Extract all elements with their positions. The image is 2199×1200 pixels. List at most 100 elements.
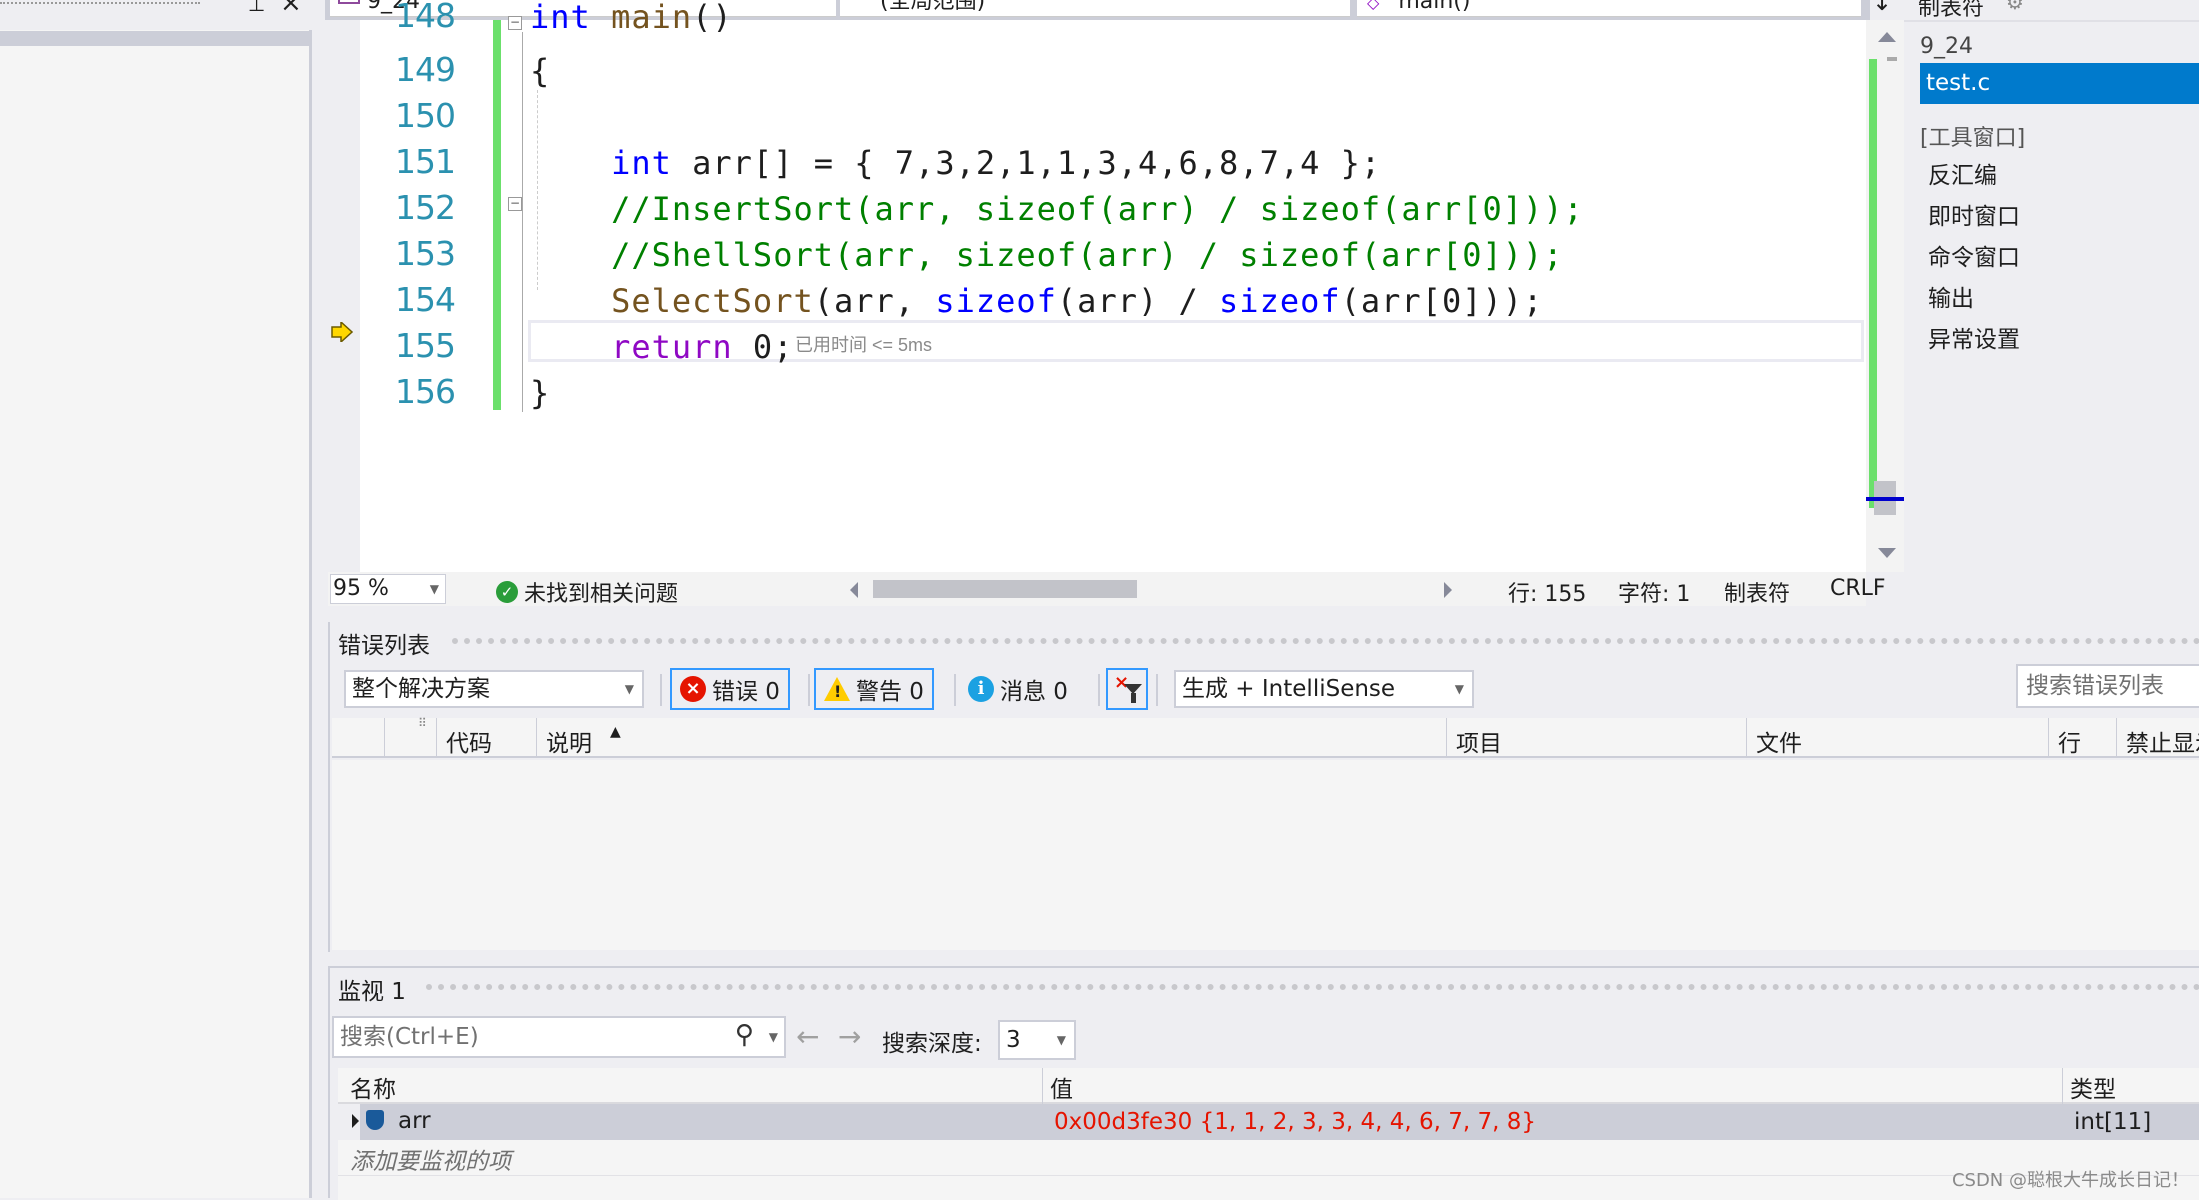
pin-icon[interactable]: ⊥ bbox=[248, 0, 265, 16]
indicator-margin[interactable] bbox=[328, 20, 360, 572]
code-token: sizeof bbox=[935, 282, 1057, 320]
watermark: CSDN @聪根大牛成长日记！ bbox=[1951, 1170, 2189, 1191]
chevron-down-icon: ▼ bbox=[429, 582, 439, 596]
code-token: 0; bbox=[732, 328, 794, 366]
char-indicator[interactable]: 字符: 1 bbox=[1618, 576, 1690, 608]
perf-tip[interactable]: 已用时间 <= 5ms bbox=[795, 331, 932, 357]
code-line[interactable]: { bbox=[530, 52, 550, 90]
line-number[interactable]: 149 bbox=[395, 50, 456, 89]
scope-dropdown[interactable]: 整个解决方案 ▼ bbox=[344, 670, 644, 708]
doc-item-test-c[interactable]: test.c bbox=[1920, 63, 2199, 104]
tool-item-output[interactable]: 输出 bbox=[1928, 279, 1974, 313]
column-chooser-icon[interactable]: ⠿ bbox=[418, 716, 427, 730]
selected-tree-item[interactable] bbox=[0, 31, 312, 46]
column-header-code[interactable]: 代码 bbox=[446, 724, 492, 758]
collapse-icon[interactable]: − bbox=[508, 16, 522, 30]
horizontal-scrollbar-thumb[interactable] bbox=[873, 580, 1137, 598]
build-source-dropdown[interactable]: 生成 + IntelliSense ▼ bbox=[1174, 670, 1474, 708]
panel-grip[interactable] bbox=[452, 638, 2199, 644]
change-tracking-bar bbox=[493, 20, 501, 410]
line-number[interactable]: 151 bbox=[395, 142, 456, 181]
column-separator bbox=[536, 718, 537, 758]
error-search-input[interactable]: 搜索错误列表 bbox=[2016, 664, 2199, 708]
line-number[interactable]: 152 bbox=[395, 188, 456, 227]
code-line[interactable]: //InsertSort(arr, sizeof(arr) / sizeof(a… bbox=[530, 190, 1584, 228]
code-line[interactable]: } bbox=[530, 374, 550, 412]
scope-dropdown[interactable]: (全局范围) ▼ bbox=[840, 0, 1350, 17]
search-depth-dropdown[interactable]: 3 ▼ bbox=[998, 1020, 1076, 1060]
watch-value[interactable]: 0x00d3fe30 {1, 1, 2, 3, 3, 4, 4, 6, 7, 7… bbox=[1050, 1104, 2070, 1140]
zoom-dropdown[interactable]: 95 % ▼ bbox=[330, 574, 446, 604]
watch-name-cell[interactable]: arr bbox=[360, 1104, 1050, 1140]
editor-status-bar: 95 % ▼ ✓ 未找到相关问题 行: 155 字符: 1 制表符 CRLF bbox=[328, 572, 1886, 608]
eol-indicator[interactable]: CRLF bbox=[1830, 576, 1886, 601]
tool-item-command[interactable]: 命令窗口 bbox=[1928, 238, 2020, 272]
fold-line bbox=[522, 32, 523, 412]
line-number[interactable]: 154 bbox=[395, 280, 456, 319]
execution-pointer-icon[interactable] bbox=[331, 322, 353, 342]
vertical-scrollbar[interactable] bbox=[1866, 20, 1904, 572]
indent-indicator[interactable]: 制表符 bbox=[1724, 576, 1790, 608]
line-number[interactable]: 155 bbox=[395, 326, 456, 365]
code-token: { bbox=[530, 52, 551, 90]
panel-grip[interactable] bbox=[426, 984, 2199, 990]
close-icon[interactable]: × bbox=[280, 0, 302, 18]
code-line[interactable]: //ShellSort(arr, sizeof(arr) / sizeof(ar… bbox=[530, 236, 1564, 274]
code-token: int bbox=[530, 0, 591, 36]
member-name: main() bbox=[1398, 0, 1471, 14]
line-number[interactable]: 150 bbox=[395, 96, 456, 135]
column-header-description[interactable]: 说明 bbox=[546, 724, 592, 758]
gear-icon[interactable]: ⚙ bbox=[2006, 0, 2024, 14]
search-placeholder: 搜索(Ctrl+E) bbox=[340, 1024, 479, 1050]
tool-item-immediate[interactable]: 即时窗口 bbox=[1928, 197, 2020, 231]
messages-filter-button[interactable]: i 消息 0 bbox=[960, 668, 1076, 710]
method-icon: ◇ bbox=[1367, 0, 1380, 12]
column-header-suppression[interactable]: 禁止显示状态 bbox=[2126, 724, 2199, 758]
code-token: (arr) / bbox=[1056, 282, 1220, 320]
member-dropdown[interactable]: ◇ main() ▼ bbox=[1357, 0, 1861, 17]
column-header-line[interactable]: 行 bbox=[2058, 724, 2081, 758]
line-number[interactable]: 148 bbox=[395, 0, 456, 35]
column-header-type[interactable]: 类型 bbox=[2070, 1070, 2116, 1104]
line-number[interactable]: 156 bbox=[395, 372, 456, 411]
warnings-filter-button[interactable]: ! 警告 0 bbox=[814, 668, 934, 710]
add-watch-row[interactable]: 添加要监视的项 bbox=[338, 1140, 2199, 1176]
code-line[interactable]: int arr[] = { 7,3,2,1,1,3,4,6,8,7,4 }; bbox=[530, 144, 1381, 182]
panel-title: 错误列表 bbox=[338, 633, 430, 659]
tool-item-disassembly[interactable]: 反汇编 bbox=[1928, 156, 1997, 190]
split-window-icon[interactable]: ↧ bbox=[1872, 0, 1892, 16]
column-separator bbox=[2116, 718, 2117, 758]
chevron-down-icon[interactable]: ▼ bbox=[769, 1018, 778, 1056]
watch-row[interactable]: arr 0x00d3fe30 {1, 1, 2, 3, 3, 4, 4, 6, … bbox=[338, 1104, 2199, 1140]
search-icon[interactable]: ⚲ bbox=[735, 1016, 754, 1054]
column-separator bbox=[436, 718, 437, 758]
line-indicator[interactable]: 行: 155 bbox=[1508, 576, 1586, 608]
column-header-name[interactable]: 名称 bbox=[350, 1070, 396, 1104]
errors-count: 错误 0 bbox=[712, 679, 780, 705]
code-line[interactable]: return 0; bbox=[530, 328, 793, 366]
column-header-project[interactable]: 项目 bbox=[1456, 724, 1502, 758]
scope-value: 整个解决方案 bbox=[352, 676, 490, 702]
code-line[interactable]: int main() bbox=[530, 0, 733, 36]
code-line[interactable]: SelectSort(arr, sizeof(arr) / sizeof(arr… bbox=[530, 282, 1543, 320]
errors-filter-button[interactable]: × 错误 0 bbox=[670, 668, 790, 710]
back-arrow-icon[interactable]: ← bbox=[796, 1020, 819, 1053]
clear-filter-button[interactable]: × bbox=[1106, 668, 1148, 710]
watch-search-input[interactable]: 搜索(Ctrl+E) ⚲ ▼ bbox=[332, 1016, 786, 1058]
scroll-down-icon[interactable] bbox=[1878, 548, 1896, 558]
forward-arrow-icon[interactable]: → bbox=[838, 1020, 861, 1053]
tool-item-exception-settings[interactable]: 异常设置 bbox=[1928, 320, 2020, 354]
scroll-up-icon[interactable] bbox=[1878, 32, 1896, 42]
collapse-icon[interactable]: − bbox=[508, 197, 522, 211]
scroll-left-icon[interactable] bbox=[850, 582, 858, 598]
panel-grip[interactable] bbox=[0, 2, 200, 4]
expand-icon[interactable] bbox=[352, 1114, 359, 1128]
column-header-file[interactable]: 文件 bbox=[1756, 724, 1802, 758]
line-number[interactable]: 153 bbox=[395, 234, 456, 273]
issues-indicator[interactable]: ✓ 未找到相关问题 bbox=[496, 576, 678, 608]
scroll-right-icon[interactable] bbox=[1444, 582, 1452, 598]
panel-header: ⊥ × bbox=[0, 0, 312, 30]
column-header-value[interactable]: 值 bbox=[1050, 1070, 1073, 1104]
error-list-header: ⠿ 代码 说明 ▲ 项目 文件 行 禁止显示状态 bbox=[332, 716, 2199, 758]
